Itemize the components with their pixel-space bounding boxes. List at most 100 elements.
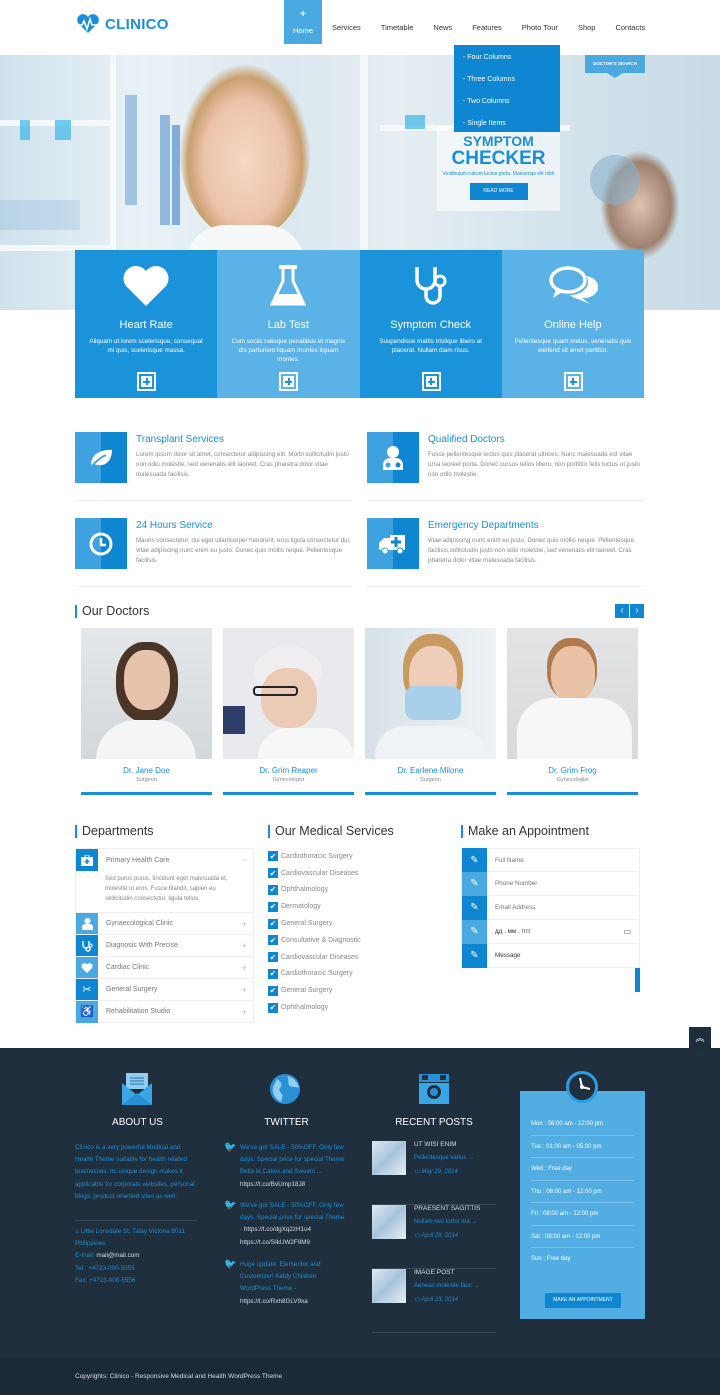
feature-symptom-check[interactable]: Symptom Check Suspendisse mattis tristiq… (359, 250, 502, 398)
recent-post[interactable]: UT WISI ENIM Pellentesque varius → ▭ May… (372, 1141, 496, 1205)
dept-primary-health-care[interactable]: Primary Health Care − (76, 849, 253, 871)
feature-heart-rate[interactable]: Heart Rate Aliquam ut lorem scelerisque,… (75, 250, 218, 398)
departments-heading: Departments (75, 825, 154, 838)
wheelchair-icon: ♿ (80, 1006, 94, 1018)
dept-label: Primary Health Care (106, 856, 170, 864)
phone-input[interactable] (495, 880, 625, 887)
post-excerpt[interactable]: Pellentesque varius → (414, 1155, 474, 1161)
leaf-icon (89, 449, 112, 469)
dept-rehabilitation[interactable]: ♿ Rehabilitation Studio + (76, 1000, 253, 1023)
nav-contacts[interactable]: Contacts (605, 0, 655, 44)
plus-icon[interactable]: + (242, 985, 247, 995)
list-item: ✔ Consultative & Diagnostic (268, 932, 361, 949)
email-link[interactable]: mail@mail.com (96, 1252, 139, 1259)
dept-gynaecological-clinic[interactable]: Gynaecological Clinic + (76, 912, 253, 935)
feature-desc: Cum sociis natoque penatibus et magnis d… (231, 338, 346, 363)
service-label: Cardiovascular Diseases (281, 869, 359, 877)
plus-icon[interactable] (279, 372, 299, 391)
user-md-icon (81, 917, 93, 930)
symptom-title: SYMPTOM (463, 133, 534, 149)
service-title[interactable]: Transplant Services (136, 434, 224, 445)
dropdown-item-single-items[interactable]: - Single Items (454, 113, 560, 135)
nav-photo-tour[interactable]: Photo Tour (512, 0, 568, 44)
post-excerpt[interactable]: Nullam nec tortor ma → (414, 1219, 477, 1225)
dept-diagnosis[interactable]: Diagnosis With Precise + (76, 934, 253, 957)
doctor-card[interactable]: Dr. Earlene Milone Surgeon (365, 628, 496, 795)
symptom-subtitle: Vestibulum rutrum luctus porta. Maecenas… (442, 171, 555, 177)
nav-news[interactable]: News (423, 0, 462, 44)
chevron-up-icon: ︽ (695, 1033, 705, 1043)
service-label: Cardiothoracic Surgery (281, 852, 353, 860)
service-qualified-doctors: Qualified Doctors Fusce pellentesque lec… (367, 432, 644, 512)
service-title[interactable]: Qualified Doctors (428, 434, 505, 445)
nav-features[interactable]: Features (462, 0, 512, 44)
plus-icon[interactable] (563, 372, 583, 391)
email-label: E-mail: (75, 1252, 95, 1260)
nav-timetable[interactable]: Timetable (371, 0, 424, 44)
nav-shop[interactable]: Shop (568, 0, 606, 44)
heartbeat-logo-icon (75, 14, 101, 33)
doctor-card-bar (81, 792, 212, 795)
email-input[interactable] (495, 904, 625, 911)
carousel-next-button[interactable]: › (630, 604, 644, 618)
plus-icon[interactable]: + (242, 941, 247, 951)
dept-general-surgery[interactable]: ✂ General Surgery + (76, 978, 253, 1001)
main-nav: + Home Services Timetable News Features P… (284, 0, 655, 44)
date-input[interactable]: дд . мм . гггг (495, 928, 625, 935)
check-icon: ✔ (268, 968, 278, 979)
post-excerpt[interactable]: Aenean molestie fauc → (414, 1283, 479, 1289)
address: Little Lonsdale St, Talay Victoria 8011 … (75, 1228, 185, 1248)
doctor-card[interactable]: Dr. Grim Reaper Gynecologist (223, 628, 354, 795)
full-name-input[interactable] (495, 856, 625, 864)
plus-icon[interactable] (421, 372, 441, 391)
twitter-bird-icon: 🐦 (224, 1142, 237, 1153)
scroll-to-top-button[interactable]: ︽ (689, 1027, 711, 1049)
post-title[interactable]: UT WISI ENIM (414, 1141, 457, 1148)
plus-icon[interactable]: + (242, 963, 247, 973)
nav-home[interactable]: + Home (284, 0, 322, 44)
tweet-link[interactable]: https://t.co/Rxh8GLV9xa (240, 1298, 308, 1305)
feature-lab-test[interactable]: Lab Test Cum sociis natoque penatibus et… (217, 250, 360, 398)
submit-button[interactable] (635, 968, 640, 992)
read-more-button[interactable]: READ MORE (469, 183, 528, 200)
dept-cardiac-clinic[interactable]: Cardiac Clinic + (76, 956, 253, 979)
logo[interactable]: CLINICO (75, 14, 169, 34)
service-label: Cardiovascular Diseases (281, 953, 359, 961)
ambulance-icon (379, 534, 405, 554)
post-title[interactable]: IMAGE POST (414, 1269, 454, 1276)
doctor-photo (507, 628, 638, 759)
doctor-name: Dr. Earlene Milone (397, 766, 464, 775)
checker-title: CHECKER (451, 148, 546, 169)
tweet-link[interactable]: https://t.co/dgXq2zH1u4 https://t.co/SIk… (240, 1226, 311, 1245)
nav-services[interactable]: Services (322, 0, 371, 44)
recent-post[interactable]: PRAESENT SAGITTIS Nullam nec tortor ma →… (372, 1205, 496, 1269)
calendar-icon[interactable]: ▭ (623, 927, 631, 936)
dropdown-item-three-columns[interactable]: - Three Columns (454, 69, 560, 91)
doctors-search-tab[interactable]: DOCTOR'S SEARCH (585, 55, 645, 78)
doctor-card[interactable]: Dr. Jane Doe Surgeon (81, 628, 212, 795)
feature-online-help[interactable]: Online Help Pellentesque quam metus, ven… (501, 250, 644, 398)
minus-icon[interactable]: − (242, 855, 247, 865)
dropdown-item-four-columns[interactable]: - Four Columns (454, 47, 560, 69)
make-appointment-button[interactable]: MAKE AN APPOINTMENT (545, 1293, 621, 1308)
plus-icon[interactable]: + (242, 1007, 247, 1017)
tweet-link[interactable]: https://t.co/BvUmp18J8 (240, 1181, 305, 1188)
service-emergency: Emergency Departments vitae adipiscing n… (367, 518, 644, 598)
dept-label: General Surgery (106, 986, 158, 993)
doctor-card[interactable]: Dr. Grim Frog Gynecologist (507, 628, 638, 795)
plus-icon[interactable]: + (242, 919, 247, 929)
dropdown-item-two-columns[interactable]: - Two Columns (454, 91, 560, 113)
post-title[interactable]: PRAESENT SAGITTIS (414, 1205, 480, 1212)
service-title[interactable]: 24 Hours Service (136, 520, 213, 531)
service-desc: Mauris consectetur, dui eget ullamcorper… (136, 537, 351, 564)
carousel-prev-button[interactable]: ‹ (615, 604, 629, 618)
post-date: ▭ April 23, 2014 (414, 1296, 458, 1303)
service-title[interactable]: Emergency Departments (428, 520, 539, 531)
clock-icon (89, 532, 113, 555)
recent-post[interactable]: IMAGE POST Aenean molestie fauc → ▭ Apri… (372, 1269, 496, 1333)
hours-row: Tue : 01:00 am - 05:00 pm (531, 1136, 634, 1158)
plus-icon[interactable] (137, 372, 156, 391)
check-icon: ✔ (268, 935, 278, 946)
message-input[interactable]: Message (495, 952, 625, 959)
medical-services-list: ✔ Cardiothoracic Surgery ✔ Cardiovascular … (268, 848, 361, 1016)
